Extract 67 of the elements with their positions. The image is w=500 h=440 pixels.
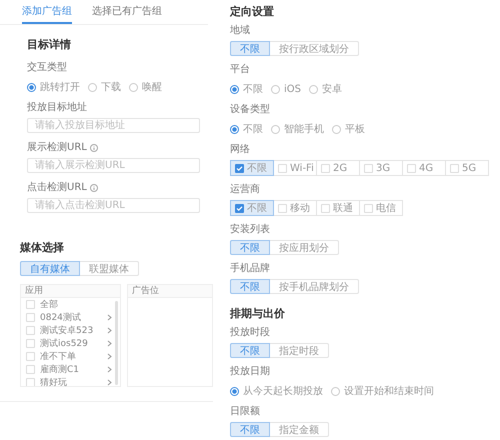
option-button[interactable]: 不限 xyxy=(230,422,270,437)
checkbox-option[interactable]: 不限 xyxy=(230,200,274,216)
radio-option[interactable]: 跳转打开 xyxy=(27,80,80,94)
media-tab[interactable]: 自有媒体 xyxy=(20,261,80,276)
media-tab[interactable]: 联盟媒体 xyxy=(79,261,139,276)
panel-header: 广告位 xyxy=(128,285,212,298)
checkbox-option[interactable]: 不限 xyxy=(230,160,274,176)
checkbox-option[interactable]: 2G xyxy=(316,160,360,176)
app-list-item[interactable]: 准不下单 xyxy=(21,350,120,363)
radio-option[interactable]: 下载 xyxy=(88,80,121,94)
field-label: 展示检测URL xyxy=(27,142,218,154)
check-icon xyxy=(236,164,243,172)
checkbox-option[interactable]: 电信 xyxy=(359,200,403,216)
checkbox-option[interactable]: 3G xyxy=(359,160,403,176)
option-button[interactable]: 按手机品牌划分 xyxy=(269,279,359,294)
app-list-item[interactable]: 全部 xyxy=(21,298,120,311)
tab[interactable]: 添加广告组 xyxy=(22,2,72,24)
radio-option[interactable]: 智能手机 xyxy=(271,122,324,136)
checkbox-option[interactable]: 4G xyxy=(402,160,446,176)
option-button[interactable]: 指定金额 xyxy=(269,422,329,437)
option-button[interactable]: 按行政区域划分 xyxy=(269,41,359,56)
field-label: 平台 xyxy=(230,64,251,76)
field-label: 日限额 xyxy=(230,406,261,418)
option-button[interactable]: 指定时段 xyxy=(269,343,329,358)
text-input[interactable]: 请输入展示检测URL xyxy=(27,158,200,173)
tab[interactable]: 选择已有广告组 xyxy=(92,2,162,24)
radio-option[interactable]: 唤醒 xyxy=(129,80,162,94)
radio-option[interactable]: iOS xyxy=(271,84,301,94)
radio-option[interactable]: 不限 xyxy=(230,122,263,136)
field-label: 手机品牌 xyxy=(230,263,271,275)
option-button[interactable]: 不限 xyxy=(230,279,270,294)
checkbox-option[interactable]: 联通 xyxy=(316,200,360,216)
field-label: 点击检测URL xyxy=(27,182,218,194)
field-label: 交互类型 xyxy=(27,62,68,74)
section-title: 排期与出价 xyxy=(230,306,286,321)
field-label: 投放时段 xyxy=(230,327,271,339)
field-label: 投放日期 xyxy=(230,366,271,378)
radio-option[interactable]: 从今天起长期投放 xyxy=(230,384,323,398)
section-title: 定向设置 xyxy=(230,4,275,19)
field-label: 投放目标地址 xyxy=(27,102,88,114)
app-list-item[interactable]: 猜好玩 xyxy=(21,376,120,386)
radio-option[interactable]: 设置开始和结束时间 xyxy=(331,384,434,398)
field-label: 安装列表 xyxy=(230,224,271,236)
field-label: 设备类型 xyxy=(230,104,271,116)
option-button[interactable]: 按应用划分 xyxy=(269,240,339,255)
checkbox-option[interactable]: 移动 xyxy=(273,200,317,216)
option-button[interactable]: 不限 xyxy=(230,343,270,358)
field-label: 网络 xyxy=(230,144,251,156)
radio-option[interactable]: 不限 xyxy=(230,82,263,96)
option-button[interactable]: 不限 xyxy=(230,240,270,255)
app-list-item[interactable]: 0824测试 xyxy=(21,311,120,324)
check-icon xyxy=(236,204,243,212)
section-title: 媒体选择 xyxy=(20,240,65,255)
checkbox-option[interactable]: 5G xyxy=(445,160,489,176)
section-title: 目标详情 xyxy=(27,37,72,52)
app-list-item[interactable]: 雇商测C1 xyxy=(21,363,120,376)
radio-option[interactable]: 平板 xyxy=(332,122,365,136)
field-label: 运营商 xyxy=(230,184,261,196)
app-list-item[interactable]: 测试安卓523 xyxy=(21,324,120,337)
field-label: 地域 xyxy=(230,25,251,37)
app-list-item[interactable]: 测试ios529 xyxy=(21,337,120,350)
text-input[interactable]: 请输入点击检测URL xyxy=(27,198,200,213)
radio-option[interactable]: 安卓 xyxy=(309,82,342,96)
checkbox-option[interactable]: Wi-Fi xyxy=(273,160,317,176)
option-button[interactable]: 不限 xyxy=(230,41,270,56)
panel-header: 应用 xyxy=(21,285,120,298)
text-input[interactable]: 请输入投放目标地址 xyxy=(27,118,200,133)
